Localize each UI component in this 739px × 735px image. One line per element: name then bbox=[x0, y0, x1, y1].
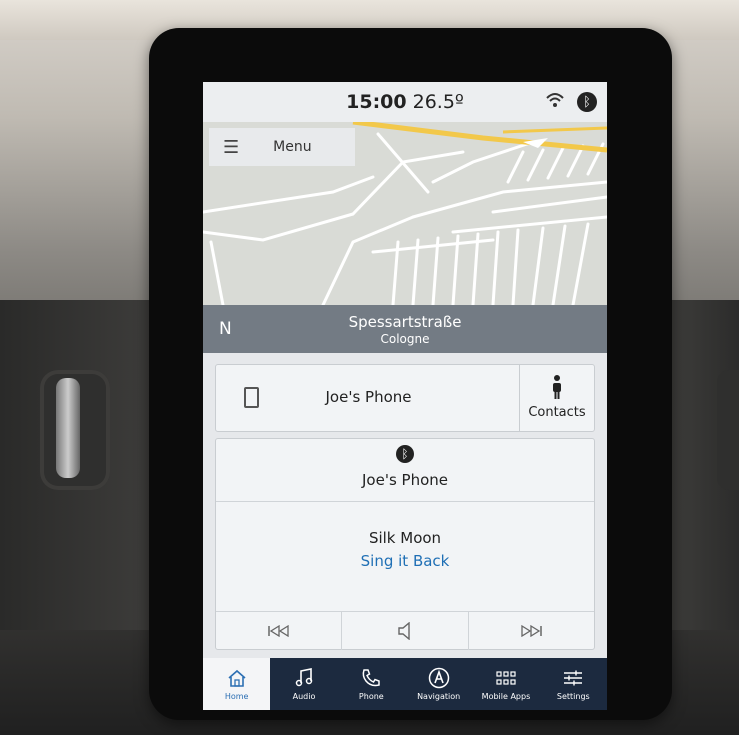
volume-icon bbox=[398, 622, 410, 640]
connected-phone-name: Joe's Phone bbox=[325, 388, 412, 406]
person-icon bbox=[553, 375, 561, 399]
tab-navigation[interactable]: Navigation bbox=[405, 658, 472, 710]
outside-temperature: 26.5º bbox=[412, 91, 464, 113]
navigation-info-bar[interactable]: N Spessartstraße Cologne bbox=[203, 305, 607, 353]
hamburger-menu-icon: ☰ bbox=[223, 136, 240, 158]
tab-label: Audio bbox=[292, 692, 316, 701]
current-city: Cologne bbox=[380, 332, 430, 346]
bottom-tab-bar: Home Audio Phone Navigation Mobile Apps … bbox=[203, 658, 607, 710]
song-title: Silk Moon bbox=[368, 529, 442, 547]
phone-handset-icon bbox=[362, 669, 381, 687]
wifi-icon bbox=[545, 91, 565, 113]
previous-track-button[interactable] bbox=[216, 612, 341, 650]
vent-control-knob bbox=[56, 378, 80, 478]
tab-mobile-apps[interactable]: Mobile Apps bbox=[472, 658, 539, 710]
artist-name: Sing it Back bbox=[360, 552, 450, 570]
navigation-icon bbox=[428, 667, 449, 689]
tab-audio[interactable]: Audio bbox=[270, 658, 337, 710]
air-vent-right bbox=[717, 370, 739, 490]
audio-source-name: Joe's Phone bbox=[361, 471, 448, 489]
divider bbox=[216, 501, 594, 502]
bluetooth-icon: ᛒ bbox=[577, 92, 597, 112]
audio-card[interactable]: ᛒ Joe's Phone Silk Moon Sing it Back bbox=[215, 438, 595, 650]
next-track-button[interactable] bbox=[467, 612, 594, 650]
next-icon bbox=[521, 625, 543, 637]
tab-label: Navigation bbox=[417, 692, 461, 701]
phone-card[interactable]: Joe's Phone Contacts bbox=[215, 364, 595, 432]
tab-label: Settings bbox=[556, 692, 590, 701]
contacts-label: Contacts bbox=[528, 405, 586, 420]
infotainment-screen: 15:00 26.5º ᛒ ☰ Menu N Spessartstraße Co… bbox=[203, 82, 607, 710]
status-bar: 15:00 26.5º ᛒ bbox=[203, 82, 607, 122]
volume-button[interactable] bbox=[341, 612, 467, 650]
contacts-button[interactable]: Contacts bbox=[519, 365, 594, 431]
navigation-map[interactable]: ☰ Menu bbox=[203, 122, 607, 305]
tab-label: Home bbox=[224, 692, 249, 701]
sliders-icon bbox=[564, 670, 583, 686]
tab-home[interactable]: Home bbox=[203, 658, 271, 710]
tab-phone[interactable]: Phone bbox=[338, 658, 405, 710]
tab-label: Mobile Apps bbox=[481, 692, 531, 701]
menu-label: Menu bbox=[273, 139, 312, 155]
tab-settings[interactable]: Settings bbox=[540, 658, 607, 710]
home-icon bbox=[228, 669, 246, 687]
previous-icon bbox=[267, 625, 289, 637]
clock: 15:00 bbox=[346, 91, 407, 113]
current-street: Spessartstraße bbox=[348, 313, 462, 331]
apps-grid-icon bbox=[496, 671, 516, 685]
bluetooth-icon: ᛒ bbox=[396, 445, 414, 463]
tab-label: Phone bbox=[358, 692, 384, 701]
playback-controls bbox=[216, 611, 594, 650]
music-note-icon bbox=[295, 668, 313, 687]
menu-button[interactable]: ☰ Menu bbox=[209, 128, 355, 166]
